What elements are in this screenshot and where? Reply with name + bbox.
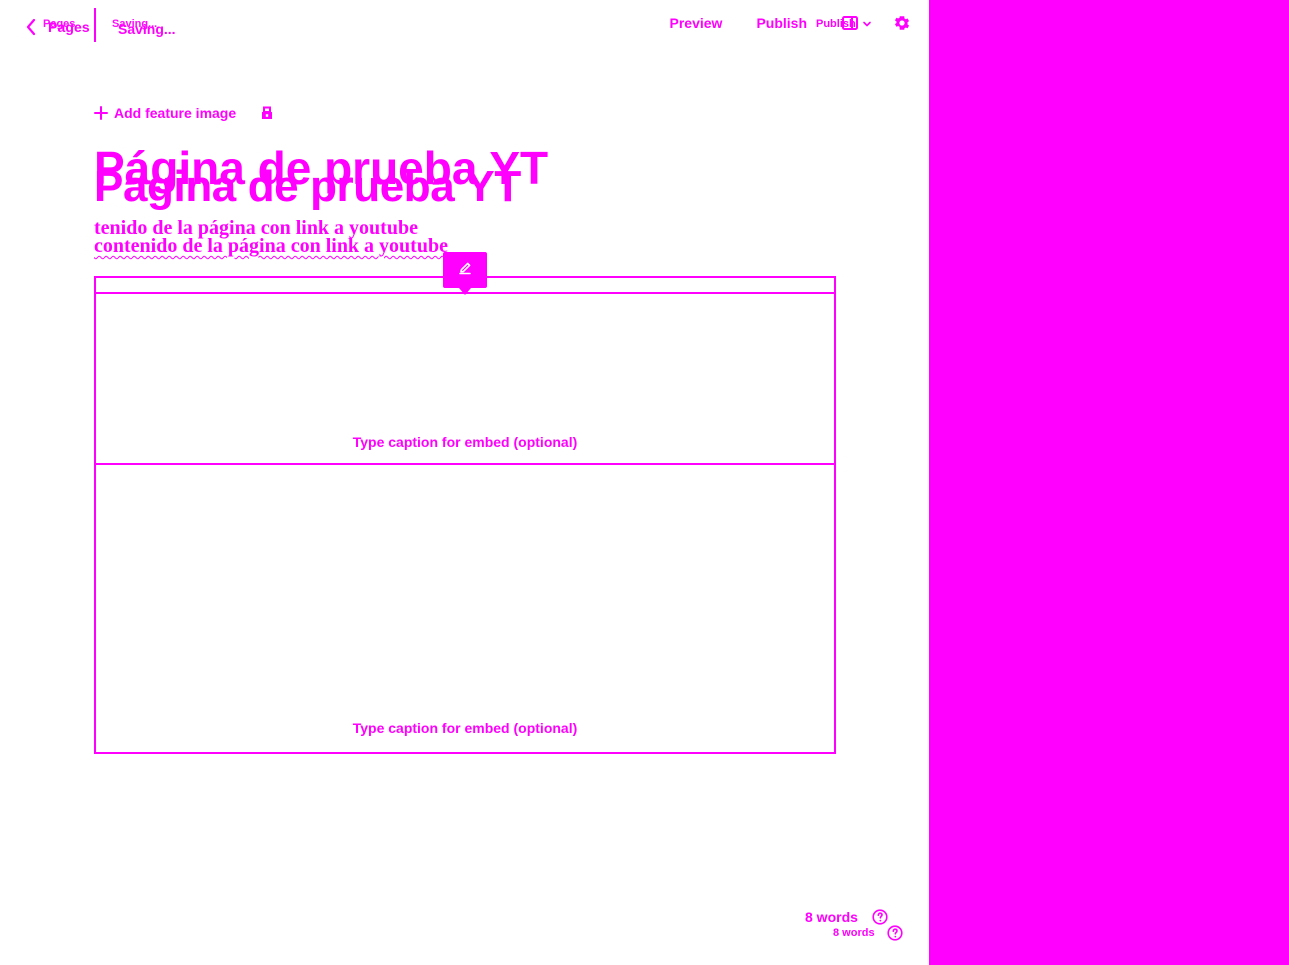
editor-canvas: Pages Pages Saving... Saving... Preview … xyxy=(0,0,929,965)
embed-caption[interactable]: Type caption for embed (optional) xyxy=(96,434,834,450)
top-bar: Pages Pages Saving... Saving... Preview … xyxy=(0,0,929,60)
lock-icon[interactable] xyxy=(260,106,274,120)
publish-label-small: Publish xyxy=(816,18,856,30)
chevron-left-icon xyxy=(24,18,38,36)
embed-card[interactable]: Type caption for embed (optional) xyxy=(96,294,834,465)
body-text-spellcheck: contenido de la página con link a youtub… xyxy=(94,235,448,257)
embed-edit-button[interactable] xyxy=(443,252,487,295)
page-title-layer: Pagina de prueba YT xyxy=(94,162,521,211)
gear-icon[interactable] xyxy=(893,14,911,32)
embed-card[interactable]: Type caption for embed (optional) xyxy=(96,465,834,756)
help-icon[interactable] xyxy=(872,909,888,925)
topbar-divider xyxy=(94,8,96,42)
body-text-line-layer: contenido de la página con link a youtub… xyxy=(94,236,448,257)
chevron-down-icon xyxy=(862,19,872,29)
add-feature-image-button[interactable]: Add feature image xyxy=(94,105,236,121)
back-label-small[interactable]: Pages xyxy=(43,18,75,30)
word-count: 8 words xyxy=(805,909,888,925)
word-count-label-small: 8 words xyxy=(833,927,875,939)
edit-icon xyxy=(458,261,472,280)
help-icon[interactable] xyxy=(886,925,903,941)
embed-container: Type caption for embed (optional) Type c… xyxy=(94,276,836,754)
publish-button[interactable]: Publish xyxy=(756,15,807,31)
settings-panel xyxy=(929,0,1289,965)
preview-button[interactable]: Preview xyxy=(670,15,723,31)
publish-button-small[interactable]: Publish xyxy=(816,18,872,30)
add-feature-image-label: Add feature image xyxy=(114,105,237,121)
embed-caption[interactable]: Type caption for embed (optional) xyxy=(96,720,834,736)
plus-icon xyxy=(94,106,108,120)
word-count-label: 8 words xyxy=(805,909,858,925)
feature-image-row: Add feature image xyxy=(94,105,274,121)
save-status-small: Saving... xyxy=(112,18,158,30)
top-actions: Preview Publish xyxy=(670,14,912,32)
word-count-small: 8 words xyxy=(833,925,903,941)
